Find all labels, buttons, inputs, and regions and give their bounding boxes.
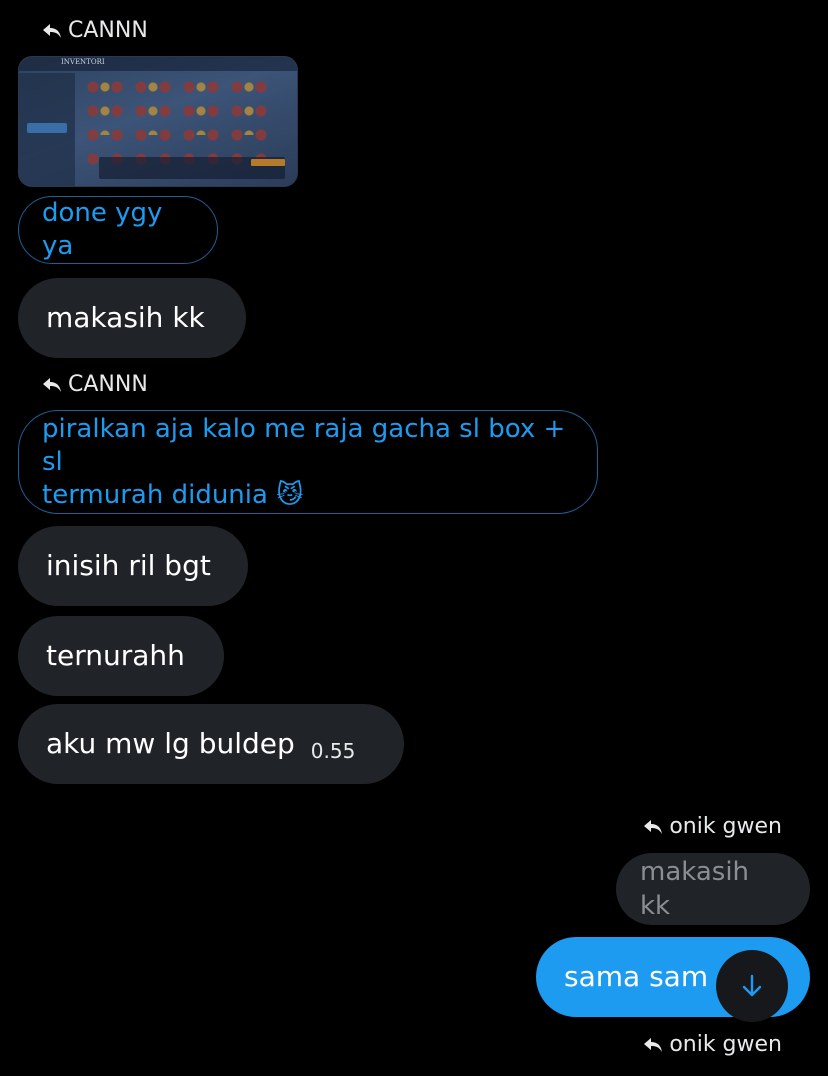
message-bubble-received[interactable]: makasih kk (18, 278, 246, 358)
message-bubble-received[interactable]: aku mw lg buldep 0.55 (18, 704, 404, 784)
message-bubble-quoted[interactable]: piralkan aja kalo me raja gacha sl box +… (18, 410, 598, 514)
reply-arrow-icon (644, 1037, 663, 1052)
reply-label: CANNN (42, 18, 148, 43)
message-bubble-quoted-sent[interactable]: makasih kk (616, 853, 810, 925)
message-text: sama sam (564, 960, 709, 993)
reply-label-name: CANNN (68, 18, 148, 43)
message-text-line-2: termurah didunia 😼 (42, 479, 303, 512)
message-bubble-received[interactable]: inisih ril bgt (18, 526, 248, 606)
reply-label-name: onik gwen (669, 1032, 782, 1057)
reply-label-name: onik gwen (669, 814, 782, 839)
message-text: termurah didunia (42, 479, 268, 510)
inventory-screenshot-thumbnail[interactable]: INVENTORI (18, 56, 298, 187)
message-bubble-quoted[interactable]: done ygy ya (18, 196, 218, 264)
message-text-line: piralkan aja kalo me raja gacha sl box +… (42, 413, 566, 477)
message-text: makasih kk (640, 857, 750, 921)
scroll-to-bottom-button[interactable] (716, 950, 788, 1022)
thumbnail-caption: INVENTORI (61, 58, 105, 66)
message-text: makasih kk (46, 301, 205, 334)
smirk-cat-emoji: 😼 (276, 479, 304, 510)
reply-label: CANNN (42, 372, 148, 397)
reply-arrow-icon (43, 23, 61, 38)
reply-label: onik gwen (643, 1032, 782, 1057)
message-text: inisih ril bgt (46, 549, 211, 582)
arrow-down-icon (742, 974, 762, 997)
message-bubble-received[interactable]: ternurahh (18, 616, 224, 696)
message-timestamp: 0.55 (310, 739, 356, 763)
message-text: done ygy ya (42, 198, 163, 261)
reply-label: onik gwen (643, 814, 782, 839)
message-text: aku mw lg buldep (46, 727, 295, 760)
message-text: ternurahh (46, 639, 185, 672)
reply-arrow-icon (43, 377, 61, 392)
reply-label-name: CANNN (68, 372, 148, 397)
reply-arrow-icon (644, 819, 663, 834)
